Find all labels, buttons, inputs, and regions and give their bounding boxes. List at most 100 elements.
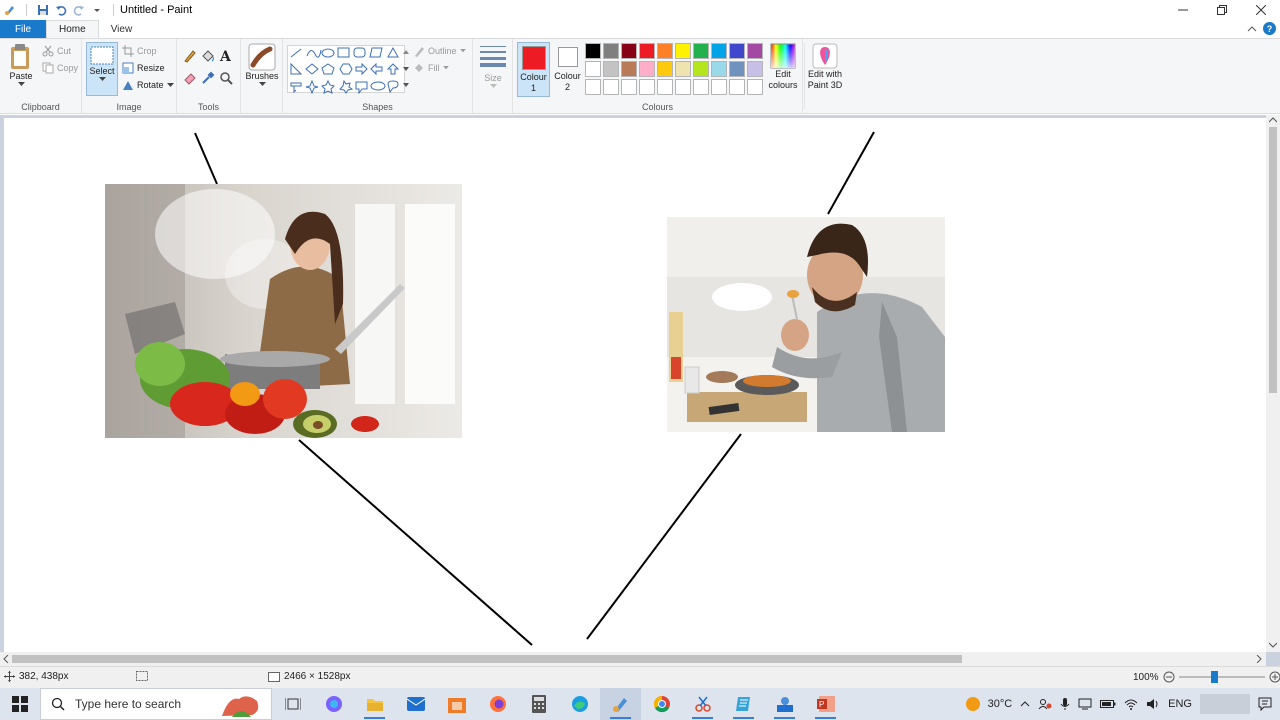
palette-swatch[interactable] <box>693 43 709 59</box>
fill-bucket-icon[interactable] <box>201 49 215 63</box>
taskbar-app-calculator[interactable] <box>518 688 559 720</box>
edit-with-paint3d-button[interactable]: Edit with Paint 3D <box>806 43 844 91</box>
clock[interactable] <box>1200 690 1250 718</box>
scroll-right-arrow-icon[interactable] <box>1256 655 1262 663</box>
palette-swatch[interactable] <box>693 61 709 77</box>
display-icon[interactable] <box>1078 698 1092 710</box>
customize-toolbar-icon[interactable] <box>91 4 103 16</box>
save-icon[interactable] <box>37 4 49 16</box>
palette-swatch[interactable] <box>639 79 655 95</box>
shapes-gallery[interactable] <box>287 45 405 95</box>
task-view-button[interactable] <box>272 688 313 720</box>
redo-icon[interactable] <box>73 4 85 16</box>
rotate-button[interactable]: Rotate <box>122 79 174 91</box>
taskbar-app-file-explorer[interactable] <box>354 688 395 720</box>
taskbar-app-edge[interactable] <box>559 688 600 720</box>
palette-swatch[interactable] <box>585 79 601 95</box>
wifi-icon[interactable] <box>1124 698 1138 710</box>
notification-icon[interactable] <box>1258 697 1272 711</box>
scroll-down-arrow-icon[interactable] <box>1269 642 1277 648</box>
palette-swatch[interactable] <box>675 43 691 59</box>
man-eating-image[interactable] <box>667 217 945 432</box>
palette-swatch[interactable] <box>657 79 673 95</box>
taskbar-app-copilot[interactable] <box>313 688 354 720</box>
outline-button[interactable]: Outline <box>413 45 466 57</box>
magnifier-icon[interactable] <box>219 71 233 85</box>
palette-swatch[interactable] <box>711 43 727 59</box>
palette-swatch[interactable] <box>603 79 619 95</box>
taskbar-app-powerpoint[interactable]: P <box>805 688 846 720</box>
palette-swatch[interactable] <box>639 43 655 59</box>
weather-temperature[interactable]: 30°C <box>988 698 1013 710</box>
colour-picker-icon[interactable] <box>201 71 215 85</box>
palette-swatch[interactable] <box>585 61 601 77</box>
vertical-scrollbar[interactable] <box>1266 115 1280 652</box>
palette-swatch[interactable] <box>747 79 763 95</box>
scroll-up-arrow-icon[interactable] <box>1269 117 1277 123</box>
palette-swatch[interactable] <box>621 79 637 95</box>
collapse-ribbon-icon[interactable] <box>1247 24 1257 34</box>
close-button[interactable] <box>1241 0 1280 20</box>
taskbar-app-firefox[interactable] <box>477 688 518 720</box>
taskbar-search[interactable]: Type here to search <box>40 688 272 720</box>
start-button[interactable] <box>0 688 40 720</box>
copy-button[interactable]: Copy <box>42 62 78 74</box>
colour1-button[interactable]: Colour 1 <box>517 42 550 97</box>
undo-icon[interactable] <box>55 4 67 16</box>
zoom-out-icon[interactable] <box>1163 671 1175 683</box>
palette-swatch[interactable] <box>621 61 637 77</box>
scroll-left-arrow-icon[interactable] <box>3 655 9 663</box>
crop-button[interactable]: Crop <box>122 45 157 57</box>
colour2-button[interactable]: Colour 2 <box>551 42 584 97</box>
palette-swatch[interactable] <box>657 61 673 77</box>
vertical-scroll-thumb[interactable] <box>1269 127 1277 393</box>
palette-swatch[interactable] <box>693 79 709 95</box>
zoom-slider[interactable] <box>1178 671 1265 683</box>
edit-colours-button[interactable]: Edit colours <box>764 43 802 91</box>
palette-swatch[interactable] <box>729 43 745 59</box>
taskbar-app-notepad[interactable] <box>723 688 764 720</box>
taskbar-app-remote-desktop[interactable] <box>764 688 805 720</box>
scroll-up-icon[interactable] <box>403 49 409 55</box>
size-button[interactable]: Size <box>477 45 509 89</box>
palette-swatch[interactable] <box>585 43 601 59</box>
restore-button[interactable] <box>1202 0 1241 20</box>
cut-button[interactable]: Cut <box>42 45 71 57</box>
palette-swatch[interactable] <box>729 79 745 95</box>
text-icon[interactable]: A <box>219 48 233 63</box>
palette-swatch[interactable] <box>747 61 763 77</box>
palette-swatch[interactable] <box>675 79 691 95</box>
resize-button[interactable]: Resize <box>122 62 165 74</box>
palette-swatch[interactable] <box>603 43 619 59</box>
palette-swatch[interactable] <box>675 61 691 77</box>
taskbar-app-store[interactable] <box>436 688 477 720</box>
tab-view[interactable]: View <box>99 20 145 38</box>
palette-swatch[interactable] <box>639 61 655 77</box>
drawing-canvas[interactable] <box>4 118 1266 652</box>
chevron-up-icon[interactable] <box>1020 700 1030 708</box>
eraser-icon[interactable] <box>183 71 197 85</box>
taskbar-app-mail[interactable] <box>395 688 436 720</box>
scroll-down-icon[interactable] <box>403 66 409 72</box>
select-button[interactable]: Select <box>86 42 118 96</box>
paste-button[interactable]: Paste <box>6 43 36 87</box>
horizontal-scrollbar[interactable] <box>0 652 1266 666</box>
fill-button[interactable]: Fill <box>413 62 449 74</box>
zoom-slider-thumb[interactable] <box>1210 671 1218 683</box>
expand-gallery-icon[interactable] <box>403 82 409 88</box>
taskbar-app-snipping-tool[interactable] <box>682 688 723 720</box>
zoom-in-icon[interactable] <box>1269 671 1280 683</box>
taskbar-app-chrome[interactable] <box>641 688 682 720</box>
palette-swatch[interactable] <box>657 43 673 59</box>
taskbar-app-paint[interactable] <box>600 688 641 720</box>
tab-file[interactable]: File <box>0 20 46 38</box>
palette-swatch[interactable] <box>711 61 727 77</box>
tab-home[interactable]: Home <box>46 20 99 38</box>
minimize-button[interactable] <box>1163 0 1202 20</box>
woman-cooking-image[interactable] <box>105 184 462 438</box>
weather-icon[interactable] <box>965 697 980 711</box>
palette-swatch[interactable] <box>729 61 745 77</box>
palette-swatch[interactable] <box>747 43 763 59</box>
palette-swatch[interactable] <box>603 61 619 77</box>
horizontal-scroll-thumb[interactable] <box>12 655 962 663</box>
